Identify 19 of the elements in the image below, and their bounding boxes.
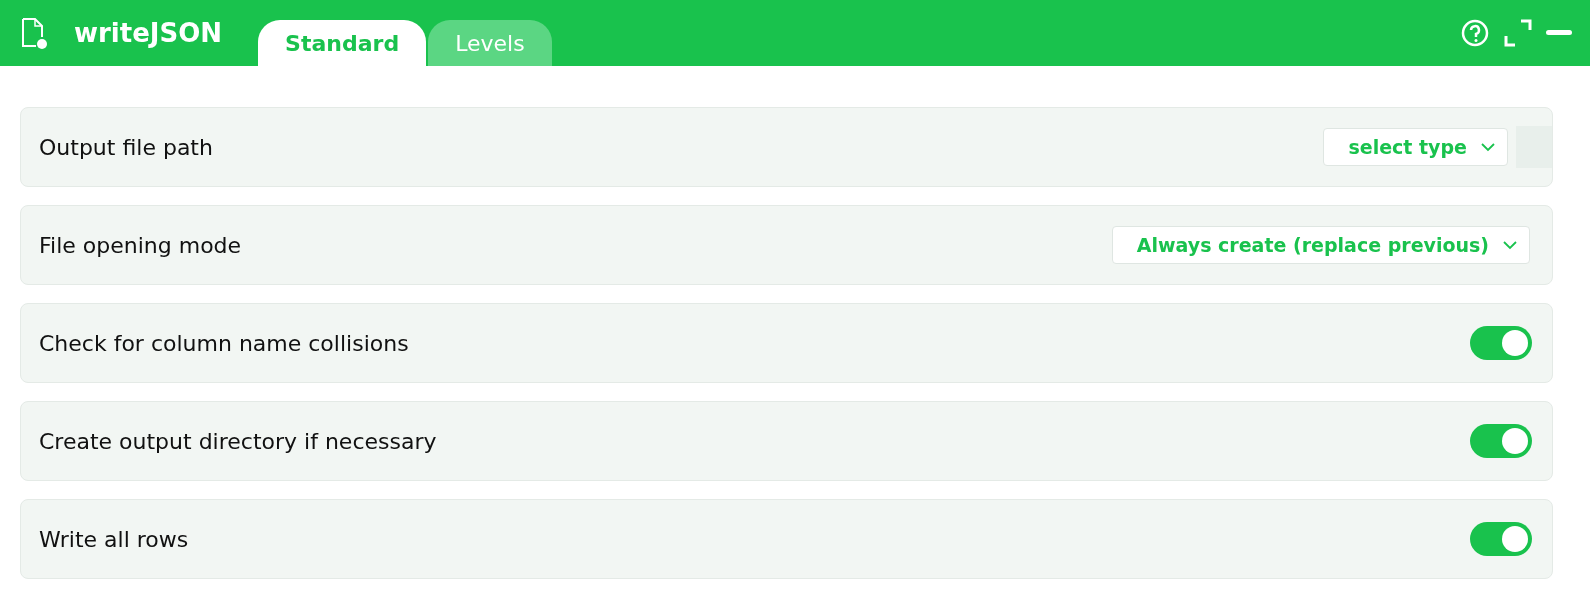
- file-icon: [20, 17, 48, 49]
- app-title: writeJSON: [74, 18, 223, 48]
- dropdown[interactable]: Always create (replace previous): [1111, 226, 1530, 264]
- minimize-icon[interactable]: [1546, 30, 1572, 36]
- setting-label: Write all rows: [39, 526, 189, 552]
- help-icon[interactable]: [1460, 18, 1490, 48]
- chevron-down-icon: [1503, 240, 1517, 250]
- chevron-down-icon: [1481, 142, 1495, 152]
- setting-label: Check for column name collisions: [39, 330, 409, 356]
- setting-label: File opening mode: [39, 232, 242, 258]
- toggle-switch[interactable]: [1470, 326, 1532, 360]
- toggle-switch[interactable]: [1470, 522, 1532, 556]
- setting-label: Output file path: [39, 134, 213, 160]
- expand-icon[interactable]: [1504, 19, 1532, 47]
- tab[interactable]: Levels: [428, 20, 552, 66]
- dropdown[interactable]: select type: [1323, 128, 1508, 166]
- toggle-switch[interactable]: [1470, 424, 1532, 458]
- setting-label: Create output directory if necessary: [39, 428, 437, 454]
- tab[interactable]: Standard: [258, 20, 427, 66]
